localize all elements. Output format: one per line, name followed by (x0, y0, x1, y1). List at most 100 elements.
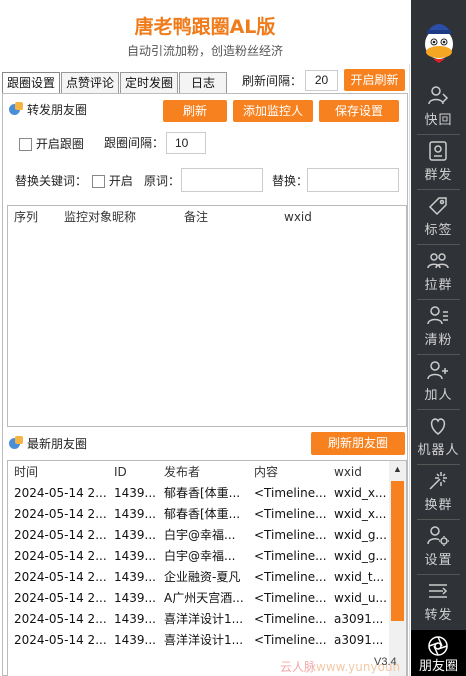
enable-replace-checkbox[interactable] (92, 175, 105, 188)
sidebar-item-settings[interactable]: 设置 (411, 520, 466, 574)
table-row[interactable]: 2024-05-14 2... 1439... 喜洋洋设计1... <Timel… (8, 630, 406, 651)
column-header[interactable]: 序列 (8, 206, 58, 228)
moments-table-header: 时间 ID 发布者 内容 wxid (8, 461, 406, 483)
cell-publisher: 企业融资-夏凡 (164, 570, 241, 584)
sidebar-item-label: 群发 (424, 168, 453, 183)
sidebar-item-mass-send[interactable]: 群发 (411, 135, 466, 189)
cell-publisher: 喜洋洋设计1... (164, 633, 244, 647)
sidebar-item-label: 加人 (424, 388, 453, 403)
version-label: V3.4 (374, 656, 397, 668)
add-person-icon (427, 361, 448, 380)
sidebar-item-robot[interactable]: 机器人 (411, 410, 466, 464)
header: 唐老鸭跟圈AL版 自动引流加粉，创造粉丝经济 (0, 0, 410, 64)
table-row[interactable]: 2024-05-14 2... 1439... A广州天宫酒... <Timel… (8, 588, 406, 609)
moments-table: 时间 ID 发布者 内容 wxid 2024-05-14 2... 1439..… (7, 460, 407, 676)
sidebar: 快回 群发 标签 拉群 清粉 加人 机器人 换群 设置 转发 朋友圈 (411, 0, 466, 676)
cell-time: 2024-05-14 2... (14, 612, 107, 626)
latest-section-title: 最新朋友圈 (27, 436, 88, 451)
table-row[interactable]: 2024-05-14 2... 1439... 白宇@幸福... <Timeli… (8, 546, 406, 567)
cell-content: <Timeline... (254, 633, 327, 647)
table-row[interactable]: 2024-05-14 2... 1439... 企业融资-夏凡 <Timelin… (8, 567, 406, 588)
cell-content: <Timeline... (254, 486, 327, 500)
follow-interval-label: 跟圈间隔： (104, 136, 165, 150)
cell-content: <Timeline... (254, 591, 327, 605)
cell-id: 1439... (114, 633, 156, 647)
sidebar-item-tag[interactable]: 标签 (411, 190, 466, 244)
start-refresh-button[interactable]: 开启刷新 (344, 69, 405, 91)
sidebar-item-switch-group[interactable]: 换群 (411, 465, 466, 519)
column-header[interactable]: ID (108, 461, 158, 483)
cell-id: 1439... (114, 486, 156, 500)
cell-publisher: A广州天宫酒... (164, 591, 244, 605)
app-title: 唐老鸭跟圈AL版 (134, 16, 276, 38)
cell-wxid: a3091... (334, 633, 384, 647)
sidebar-item-add-person[interactable]: 加人 (411, 355, 466, 409)
sidebar-item-label: 清粉 (424, 333, 453, 348)
cell-id: 1439... (114, 570, 156, 584)
refresh-interval-input[interactable]: 20 (305, 70, 338, 91)
save-settings-button[interactable]: 保存设置 (319, 100, 399, 122)
cell-publisher: 喜洋洋设计1... (164, 612, 244, 626)
cell-wxid: wxid_u... (334, 591, 386, 605)
moments-icon (9, 436, 25, 450)
replace-word-label: 替换： (272, 174, 309, 188)
moments-scrollbar[interactable]: ▲ (389, 461, 406, 676)
sidebar-item-moments[interactable]: 朋友圈 (411, 630, 466, 676)
scroll-up-arrow[interactable]: ▲ (389, 461, 406, 477)
tab-bar: 跟圈设置 点赞评论 定时发圈 日志 (2, 72, 228, 96)
cell-id: 1439... (114, 612, 156, 626)
tab-like-comment[interactable]: 点赞评论 (61, 72, 120, 94)
sidebar-item-label: 快回 (424, 113, 453, 128)
column-header[interactable]: 备注 (178, 206, 278, 228)
sidebar-item-forward[interactable]: 转发 (411, 575, 466, 629)
table-row[interactable]: 2024-05-14 2... 1439... 喜洋洋设计1... <Timel… (8, 609, 406, 630)
sidebar-item-label: 机器人 (417, 443, 460, 458)
enable-replace-option[interactable]: 开启 (92, 171, 133, 191)
cell-wxid: wxid_t... (334, 570, 385, 584)
cell-content: <Timeline... (254, 612, 327, 626)
refresh-moments-button[interactable]: 刷新朋友圈 (311, 432, 405, 455)
column-header[interactable]: wxid (278, 206, 378, 228)
enable-follow-option[interactable]: 开启跟圈 (19, 134, 84, 154)
sidebar-item-quick-reply[interactable]: 快回 (411, 80, 466, 134)
tab-scheduled-post[interactable]: 定时发圈 (120, 72, 179, 94)
column-header[interactable]: wxid (328, 461, 388, 483)
watermark-cn: 云人脉 (280, 660, 317, 674)
sidebar-item-label: 拉群 (424, 278, 453, 293)
column-header[interactable]: 时间 (8, 461, 108, 483)
table-row[interactable]: 2024-05-14 2... 1439... 郁春香[体重... <Timel… (8, 504, 406, 525)
refresh-button[interactable]: 刷新 (163, 100, 227, 122)
sidebar-item-label: 设置 (424, 553, 453, 568)
replace-word-input[interactable] (307, 168, 399, 192)
sidebar-item-pull-group[interactable]: 拉群 (411, 245, 466, 299)
cell-id: 1439... (114, 507, 156, 521)
cell-content: <Timeline... (254, 570, 327, 584)
table-row[interactable]: 2024-05-14 2... 1439... 郁春香[体重... <Timel… (8, 483, 406, 504)
cell-id: 1439... (114, 591, 156, 605)
cell-publisher: 白宇@幸福... (164, 549, 236, 563)
table-row[interactable]: 2024-05-14 2... 1439... 白宇@幸福... <Timeli… (8, 525, 406, 546)
column-header[interactable]: 发布者 (158, 461, 248, 483)
tab-log[interactable]: 日志 (179, 72, 228, 94)
switch-group-icon (429, 472, 447, 490)
enable-follow-label: 开启跟圈 (35, 137, 84, 151)
cell-wxid: wxid_g... (334, 528, 386, 542)
moments-icon (9, 102, 25, 116)
duck-logo-icon (425, 24, 453, 63)
enable-follow-checkbox[interactable] (19, 138, 32, 151)
add-monitor-button[interactable]: 添加监控人 (233, 100, 313, 122)
column-header[interactable]: 监控对象昵称 (58, 206, 178, 228)
follow-interval-input[interactable]: 10 (166, 132, 206, 154)
app-subtitle: 自动引流加粉，创造粉丝经济 (126, 44, 283, 58)
sidebar-item-label: 朋友圈 (418, 659, 458, 674)
forward-section-title: 转发朋友圈 (27, 102, 88, 117)
clear-fans-icon (427, 306, 448, 325)
cell-time: 2024-05-14 2... (14, 549, 107, 563)
original-word-input[interactable] (181, 168, 263, 192)
cell-time: 2024-05-14 2... (14, 528, 107, 542)
scroll-thumb[interactable] (391, 481, 404, 621)
sidebar-item-clear-fans[interactable]: 清粉 (411, 300, 466, 354)
column-header[interactable]: 内容 (248, 461, 328, 483)
forward-icon (429, 584, 448, 598)
cell-publisher: 郁春香[体重... (164, 486, 241, 500)
